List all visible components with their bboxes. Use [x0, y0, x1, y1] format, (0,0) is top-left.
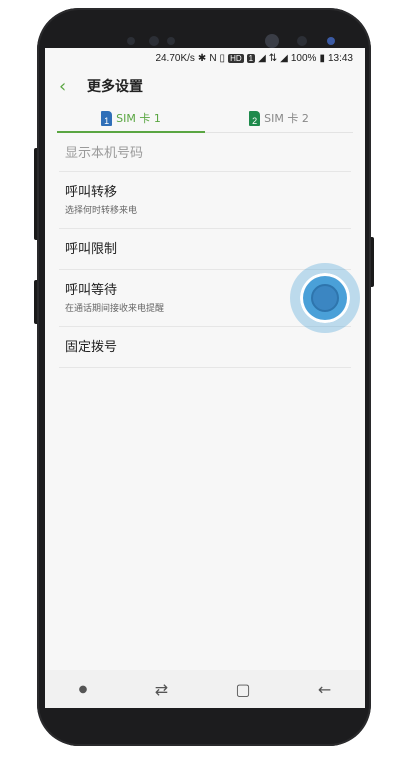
clock: 13:43: [327, 52, 353, 64]
data-icon: ⇅: [268, 52, 278, 64]
tap-highlight: [300, 273, 350, 323]
tab-label: SIM 卡 2: [264, 112, 309, 125]
navigation-bar: ● ⇄ ▢ ←: [45, 670, 365, 708]
row-title: 呼叫限制: [65, 242, 118, 257]
page-title: 更多设置: [87, 79, 143, 95]
bottom-bezel: [45, 708, 365, 738]
settings-list: 显示本机号码 呼叫转移 选择何时转移来电 呼叫限制 呼叫等待 在通话期间接收来电…: [59, 133, 351, 368]
battery-icon: ▮: [319, 52, 325, 64]
row-subtitle: 选择何时转移来电: [65, 206, 138, 216]
tab-sim1[interactable]: 1 SIM 卡 1: [57, 104, 205, 133]
sim-tabs: 1 SIM 卡 1 2 SIM 卡 2: [57, 104, 353, 133]
row-title: 固定拨号: [65, 340, 118, 355]
screen: 24.70K/s ✱ N ▯ HD 1 ◢ ⇅ ◢ 100% ▮ 13:43 ‹…: [45, 48, 365, 708]
bluetooth-icon: ✱: [197, 52, 207, 64]
nav-dot-icon[interactable]: ●: [79, 684, 88, 695]
tab-label: SIM 卡 1: [116, 112, 161, 125]
vibrate-icon: ▯: [219, 52, 226, 64]
row-title: 显示本机号码: [65, 146, 144, 161]
row-title: 呼叫转移: [65, 185, 118, 200]
sim-badge: 1: [246, 53, 256, 63]
toggle-knob: [311, 284, 339, 312]
app-bar: ‹ 更多设置: [45, 68, 365, 104]
tab-sim2[interactable]: 2 SIM 卡 2: [205, 104, 353, 132]
status-bar: 24.70K/s ✱ N ▯ HD 1 ◢ ⇅ ◢ 100% ▮ 13:43: [45, 48, 365, 68]
call-waiting-toggle[interactable]: [290, 263, 360, 333]
list-item-show-number[interactable]: 显示本机号码: [59, 133, 351, 172]
list-item-call-forwarding[interactable]: 呼叫转移 选择何时转移来电: [59, 172, 351, 229]
battery-percent: 100%: [290, 52, 317, 64]
wifi-signal-icon: ◢: [280, 52, 288, 64]
hd-badge: HD: [228, 53, 244, 63]
list-item-call-barring[interactable]: 呼叫限制: [59, 229, 351, 270]
nfc-icon: N: [209, 52, 217, 64]
sim-card-icon: 1: [101, 110, 113, 126]
back-icon[interactable]: ←: [318, 680, 331, 699]
back-arrow-icon[interactable]: ‹: [59, 76, 81, 97]
net-speed: 24.70K/s: [155, 52, 195, 64]
recent-apps-icon[interactable]: ⇄: [155, 680, 168, 699]
home-icon[interactable]: ▢: [235, 680, 250, 699]
sim-card-icon: 2: [249, 110, 261, 126]
signal-icon: ◢: [258, 52, 266, 64]
list-item-fixed-dialing[interactable]: 固定拨号: [59, 327, 351, 368]
